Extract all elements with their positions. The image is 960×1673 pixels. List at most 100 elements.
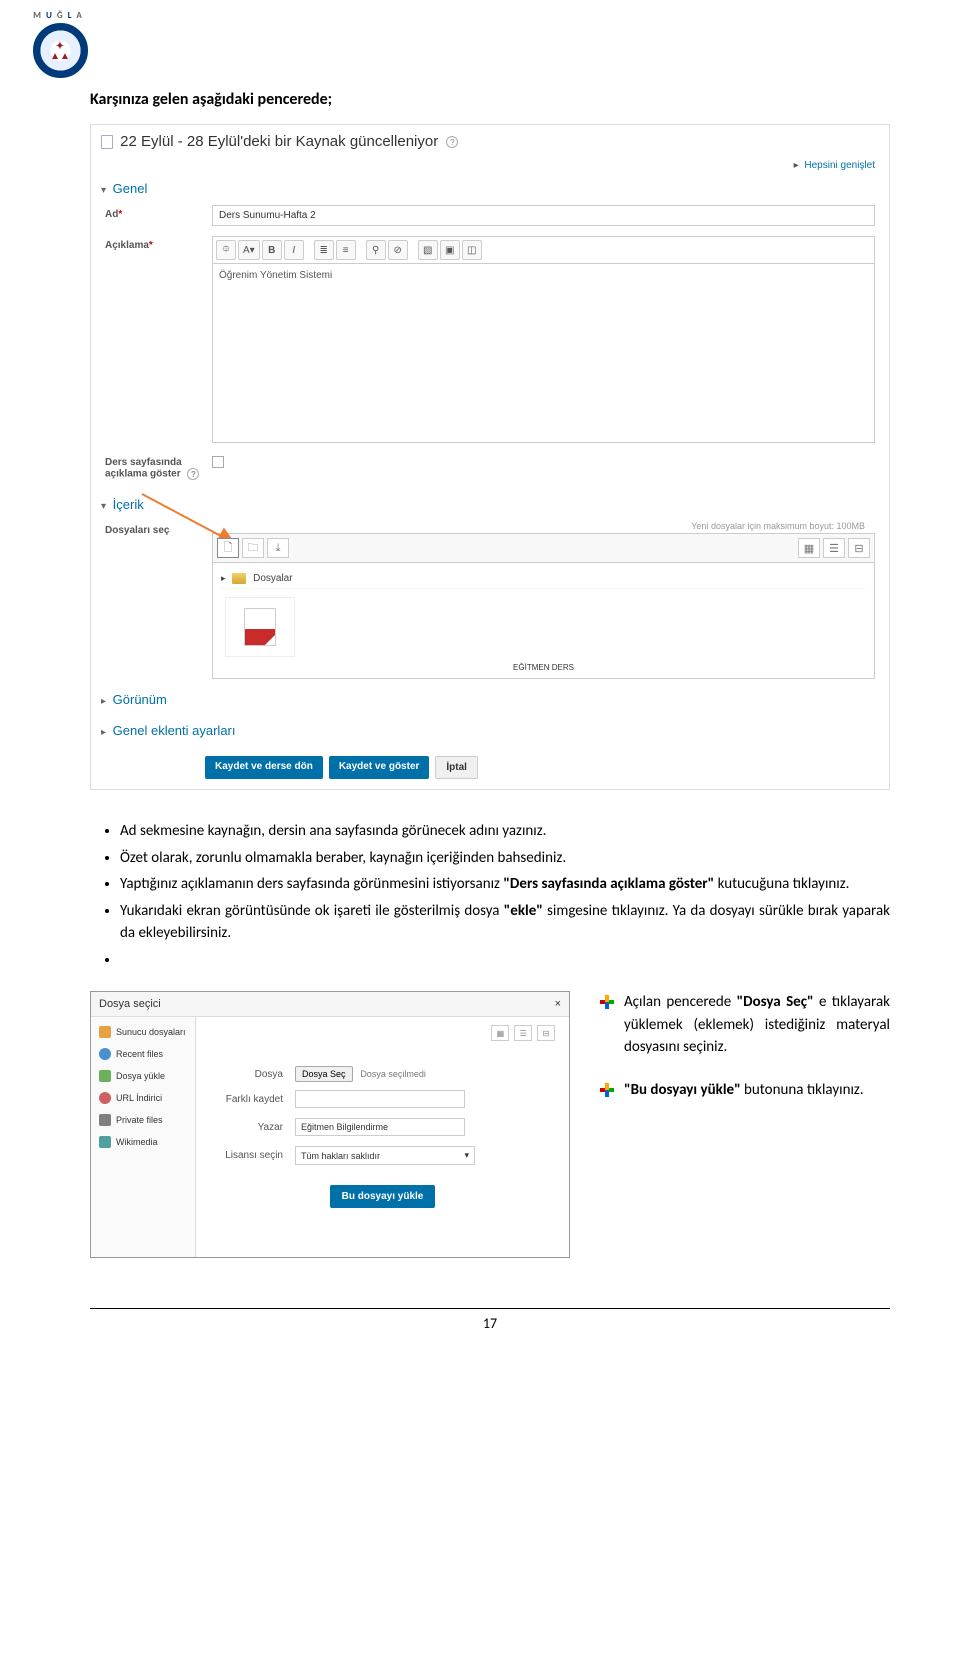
- upload-this-file-button[interactable]: Bu dosyayı yükle: [330, 1185, 436, 1208]
- section-content[interactable]: ▾ İçerik: [91, 493, 889, 516]
- sidebar-item-recent-files[interactable]: Recent files: [91, 1043, 195, 1065]
- section-plugin-label: Genel eklenti ayarları: [113, 723, 236, 738]
- expand-all-link[interactable]: ▸ Hepsini genişlet: [91, 158, 889, 177]
- lock-icon: [99, 1114, 111, 1126]
- folder-label: Dosyalar: [253, 573, 292, 584]
- logo-badge: ✦▲▲: [33, 23, 88, 78]
- instruction-list: Ad sekmesine kaynağın, dersin ana sayfas…: [120, 820, 890, 971]
- max-size-text: Yeni dosyalar için maksimum boyut: 100MB: [212, 521, 875, 531]
- file-name: EĞİTMEN DERS: [221, 663, 866, 672]
- add-file-button[interactable]: 🗋: [217, 538, 239, 558]
- help-icon: ?: [187, 468, 199, 480]
- image-button[interactable]: ▧: [418, 240, 438, 260]
- note-item: "Bu dosyayı yükle" butonuna tıklayınız.: [600, 1079, 890, 1102]
- list-item: Ad sekmesine kaynağın, dersin ana sayfas…: [120, 820, 890, 843]
- sidebar-item-private-files[interactable]: Private files: [91, 1109, 195, 1131]
- resource-edit-screenshot: 22 Eylül - 28 Eylül'deki bir Kaynak günc…: [90, 124, 890, 790]
- plus-icon: [600, 995, 614, 1009]
- chevron-right-icon: ▸: [794, 160, 799, 171]
- no-file-text: Dosya seçilmedi: [360, 1069, 426, 1079]
- upload-icon: [99, 1070, 111, 1082]
- italic-button[interactable]: I: [284, 240, 304, 260]
- attachment-label: Dosya: [210, 1069, 295, 1080]
- editor-toolbar: ⯐ A▾ B I ≣ ≡ ⚲ ⊘ ▧ ▣ ◫: [212, 236, 875, 263]
- save-return-button[interactable]: Kaydet ve derse dön: [205, 756, 323, 779]
- chevron-right-icon: ▸: [221, 573, 226, 583]
- folder-icon: [232, 573, 246, 584]
- list-item: Yaptığınız açıklamanın ders sayfasında g…: [120, 873, 890, 896]
- sidebar-item-url-downloader[interactable]: URL İndirici: [91, 1087, 195, 1109]
- name-input[interactable]: Ders Sunumu-Hafta 2: [212, 205, 875, 226]
- section-general-label: Genel: [113, 181, 148, 196]
- pdf-icon: [244, 608, 276, 646]
- close-icon[interactable]: ×: [555, 998, 561, 1010]
- section-appearance[interactable]: ▸ Görünüm: [91, 684, 889, 715]
- file-picker-sidebar: Sunucu dosyaları Recent files Dosya yükl…: [91, 1017, 196, 1257]
- cancel-button[interactable]: İptal: [435, 756, 478, 779]
- dialog-title: Dosya seçici: [99, 998, 161, 1010]
- link-button[interactable]: ⚲: [366, 240, 386, 260]
- expand-all-label: Hepsini genişlet: [804, 160, 875, 171]
- name-label: Ad*: [105, 205, 200, 220]
- section-appearance-label: Görünüm: [113, 692, 167, 707]
- show-description-label: Ders sayfasında açıklama göster ?: [105, 453, 200, 480]
- view-list-button[interactable]: ☰: [514, 1025, 532, 1041]
- choose-file-button[interactable]: Dosya Seç: [295, 1066, 353, 1082]
- form-title-text: 22 Eylül - 28 Eylül'deki bir Kaynak günc…: [120, 133, 438, 150]
- view-icons-button[interactable]: ▦: [798, 538, 820, 558]
- file-thumbnail[interactable]: [225, 597, 295, 657]
- download-button[interactable]: ⤓: [267, 538, 289, 558]
- sidebar-item-upload[interactable]: Dosya yükle: [91, 1065, 195, 1087]
- folder-icon: [99, 1026, 111, 1038]
- html-button[interactable]: ◫: [462, 240, 482, 260]
- author-label: Yazar: [210, 1122, 295, 1133]
- form-title: 22 Eylül - 28 Eylül'deki bir Kaynak günc…: [91, 125, 889, 158]
- logo-text: MUĞLA: [20, 10, 100, 21]
- view-icons-button[interactable]: ▦: [491, 1025, 509, 1041]
- show-description-checkbox[interactable]: [212, 456, 224, 468]
- description-editor[interactable]: Öğrenim Yönetim Sistemi: [212, 263, 875, 443]
- author-input[interactable]: Eğitmen Bilgilendirme: [295, 1118, 465, 1136]
- file-picker-screenshot: Dosya seçici × Sunucu dosyaları Recent f…: [90, 991, 570, 1258]
- plus-icon: [600, 1083, 614, 1097]
- note-item: Açılan pencerede "Dosya Seç" e tıklayara…: [600, 991, 890, 1059]
- font-button[interactable]: A▾: [238, 240, 260, 260]
- toolbar-toggle-icon[interactable]: ⯐: [216, 240, 236, 260]
- description-label: Açıklama*: [105, 236, 200, 251]
- files-label: Dosyaları seç: [105, 521, 200, 536]
- globe-icon: [99, 1092, 111, 1104]
- license-select[interactable]: Tüm hakları saklıdır▾: [295, 1146, 475, 1165]
- list-item: Özet olarak, zorunlu olmamakla beraber, …: [120, 847, 890, 870]
- section-plugin-settings[interactable]: ▸ Genel eklenti ayarları: [91, 715, 889, 746]
- side-notes: Açılan pencerede "Dosya Seç" e tıklayara…: [600, 991, 890, 1121]
- university-logo: MUĞLA ✦▲▲: [20, 10, 100, 78]
- ol-button[interactable]: ≡: [336, 240, 356, 260]
- wiki-icon: [99, 1136, 111, 1148]
- saveas-input[interactable]: [295, 1090, 465, 1108]
- media-button[interactable]: ▣: [440, 240, 460, 260]
- section-general[interactable]: ▾ Genel: [91, 177, 889, 200]
- license-label: Lisansı seçin: [210, 1150, 295, 1161]
- chevron-down-icon: ▾: [464, 1150, 469, 1161]
- section-content-label: İçerik: [113, 497, 144, 512]
- sidebar-item-server-files[interactable]: Sunucu dosyaları: [91, 1021, 195, 1043]
- list-item: Yukarıdaki ekran görüntüsünde ok işareti…: [120, 900, 890, 945]
- page-heading: Karşınıza gelen aşağıdaki pencerede;: [90, 90, 890, 109]
- create-folder-button[interactable]: 🗀: [242, 538, 264, 558]
- folder-breadcrumb[interactable]: ▸ Dosyalar: [221, 569, 866, 589]
- unlink-button[interactable]: ⊘: [388, 240, 408, 260]
- list-item-empty: [120, 949, 890, 972]
- save-display-button[interactable]: Kaydet ve göster: [329, 756, 430, 779]
- bold-button[interactable]: B: [262, 240, 282, 260]
- chevron-right-icon: ▸: [101, 696, 106, 707]
- help-icon: ?: [446, 136, 458, 148]
- chevron-right-icon: ▸: [101, 727, 106, 738]
- sidebar-item-wikimedia[interactable]: Wikimedia: [91, 1131, 195, 1153]
- page-number: 17: [90, 1308, 890, 1332]
- chevron-down-icon: ▾: [101, 501, 106, 512]
- view-list-button[interactable]: ☰: [823, 538, 845, 558]
- saveas-label: Farklı kaydet: [210, 1094, 295, 1105]
- view-tree-button[interactable]: ⊟: [537, 1025, 555, 1041]
- ul-button[interactable]: ≣: [314, 240, 334, 260]
- view-tree-button[interactable]: ⊟: [848, 538, 870, 558]
